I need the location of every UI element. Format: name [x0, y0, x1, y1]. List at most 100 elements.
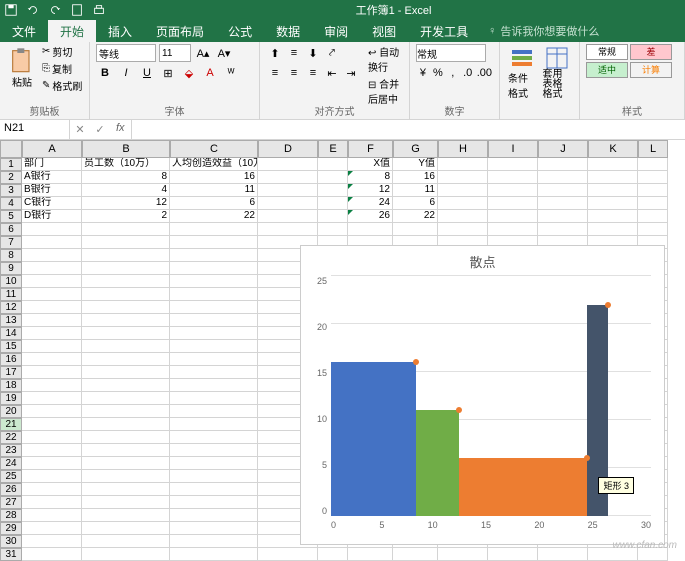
- style-good[interactable]: 适中: [586, 62, 628, 78]
- undo-icon[interactable]: [26, 3, 40, 17]
- cell[interactable]: [488, 171, 538, 184]
- cell[interactable]: 22: [393, 210, 438, 223]
- cell[interactable]: Y值: [393, 158, 438, 171]
- cell[interactable]: [22, 444, 82, 457]
- tell-me-search[interactable]: ♀ 告诉我你想要做什么: [480, 20, 607, 42]
- cell[interactable]: [258, 548, 318, 561]
- dec-decimal-button[interactable]: .00: [476, 64, 493, 82]
- cell[interactable]: 2: [82, 210, 170, 223]
- cell[interactable]: [22, 366, 82, 379]
- cell[interactable]: [348, 548, 393, 561]
- cell[interactable]: [318, 197, 348, 210]
- col-header-H[interactable]: H: [438, 140, 488, 158]
- cell[interactable]: [82, 444, 170, 457]
- cell[interactable]: [170, 275, 258, 288]
- cell[interactable]: [318, 184, 348, 197]
- cell[interactable]: [588, 184, 638, 197]
- row-header[interactable]: 29: [0, 522, 22, 535]
- chart-scatter-point[interactable]: [584, 455, 590, 461]
- cell[interactable]: [82, 431, 170, 444]
- cell[interactable]: [170, 366, 258, 379]
- cell[interactable]: [22, 223, 82, 236]
- save-icon[interactable]: [4, 3, 18, 17]
- row-header[interactable]: 30: [0, 535, 22, 548]
- cell[interactable]: C银行: [22, 197, 82, 210]
- font-color-button[interactable]: A: [201, 64, 219, 82]
- cell[interactable]: [22, 340, 82, 353]
- row-header[interactable]: 7: [0, 236, 22, 249]
- new-icon[interactable]: [70, 3, 84, 17]
- align-left-button[interactable]: ≡: [266, 64, 284, 82]
- cell[interactable]: [258, 197, 318, 210]
- cell[interactable]: [22, 405, 82, 418]
- align-top-button[interactable]: ⬆: [266, 44, 284, 62]
- tab-insert[interactable]: 插入: [96, 20, 144, 42]
- phonetic-button[interactable]: ᵂ: [222, 64, 240, 82]
- cell[interactable]: [82, 236, 170, 249]
- cell[interactable]: [438, 548, 488, 561]
- cell[interactable]: [82, 405, 170, 418]
- conditional-format-button[interactable]: 条件格式: [506, 44, 539, 102]
- cell[interactable]: [170, 327, 258, 340]
- cell[interactable]: [82, 392, 170, 405]
- formula-bar[interactable]: [132, 120, 685, 139]
- cell[interactable]: [258, 158, 318, 171]
- cell[interactable]: [170, 535, 258, 548]
- indent-inc-button[interactable]: ⇥: [342, 64, 360, 82]
- select-all-corner[interactable]: [0, 140, 22, 158]
- wrap-text-button[interactable]: ↩ 自动换行: [368, 44, 403, 74]
- row-header[interactable]: 24: [0, 457, 22, 470]
- font-name-select[interactable]: [96, 44, 156, 62]
- col-header-B[interactable]: B: [82, 140, 170, 158]
- cell[interactable]: [538, 171, 588, 184]
- col-header-J[interactable]: J: [538, 140, 588, 158]
- cell[interactable]: [488, 197, 538, 210]
- cell[interactable]: 12: [82, 197, 170, 210]
- cell[interactable]: [318, 223, 348, 236]
- cell[interactable]: [82, 483, 170, 496]
- row-header[interactable]: 11: [0, 288, 22, 301]
- cell[interactable]: [22, 392, 82, 405]
- cell[interactable]: [170, 522, 258, 535]
- format-painter-button[interactable]: ✎格式刷: [42, 78, 82, 93]
- row-header[interactable]: 4: [0, 197, 22, 210]
- align-bottom-button[interactable]: ⬇: [304, 44, 322, 62]
- cell[interactable]: [588, 158, 638, 171]
- col-header-K[interactable]: K: [588, 140, 638, 158]
- col-header-C[interactable]: C: [170, 140, 258, 158]
- tab-review[interactable]: 审阅: [312, 20, 360, 42]
- cell[interactable]: [82, 457, 170, 470]
- row-header[interactable]: 31: [0, 548, 22, 561]
- cell[interactable]: A银行: [22, 171, 82, 184]
- cell[interactable]: [82, 470, 170, 483]
- cell[interactable]: [538, 210, 588, 223]
- cell[interactable]: 8: [82, 171, 170, 184]
- chart-bar[interactable]: [416, 410, 459, 516]
- cell[interactable]: [82, 288, 170, 301]
- cell[interactable]: X值: [348, 158, 393, 171]
- cell[interactable]: [22, 470, 82, 483]
- align-center-button[interactable]: ≡: [285, 64, 303, 82]
- cell[interactable]: [170, 262, 258, 275]
- cell[interactable]: 人均创造效益（10万）: [170, 158, 258, 171]
- cell[interactable]: [438, 210, 488, 223]
- border-button[interactable]: ⊞: [159, 64, 177, 82]
- cell[interactable]: [488, 223, 538, 236]
- cell[interactable]: [438, 223, 488, 236]
- cell[interactable]: [538, 184, 588, 197]
- cell[interactable]: [393, 223, 438, 236]
- row-header[interactable]: 21: [0, 418, 22, 431]
- cell[interactable]: [170, 418, 258, 431]
- style-bad[interactable]: 差: [630, 44, 672, 60]
- cell[interactable]: [82, 275, 170, 288]
- cell[interactable]: [170, 392, 258, 405]
- row-header[interactable]: 14: [0, 327, 22, 340]
- cell[interactable]: [22, 327, 82, 340]
- cell[interactable]: [538, 223, 588, 236]
- cell[interactable]: [22, 522, 82, 535]
- align-right-button[interactable]: ≡: [304, 64, 322, 82]
- cell[interactable]: [638, 158, 668, 171]
- merge-center-button[interactable]: ⊟ 合并后居中: [368, 76, 403, 106]
- cell[interactable]: [82, 301, 170, 314]
- cell[interactable]: [588, 171, 638, 184]
